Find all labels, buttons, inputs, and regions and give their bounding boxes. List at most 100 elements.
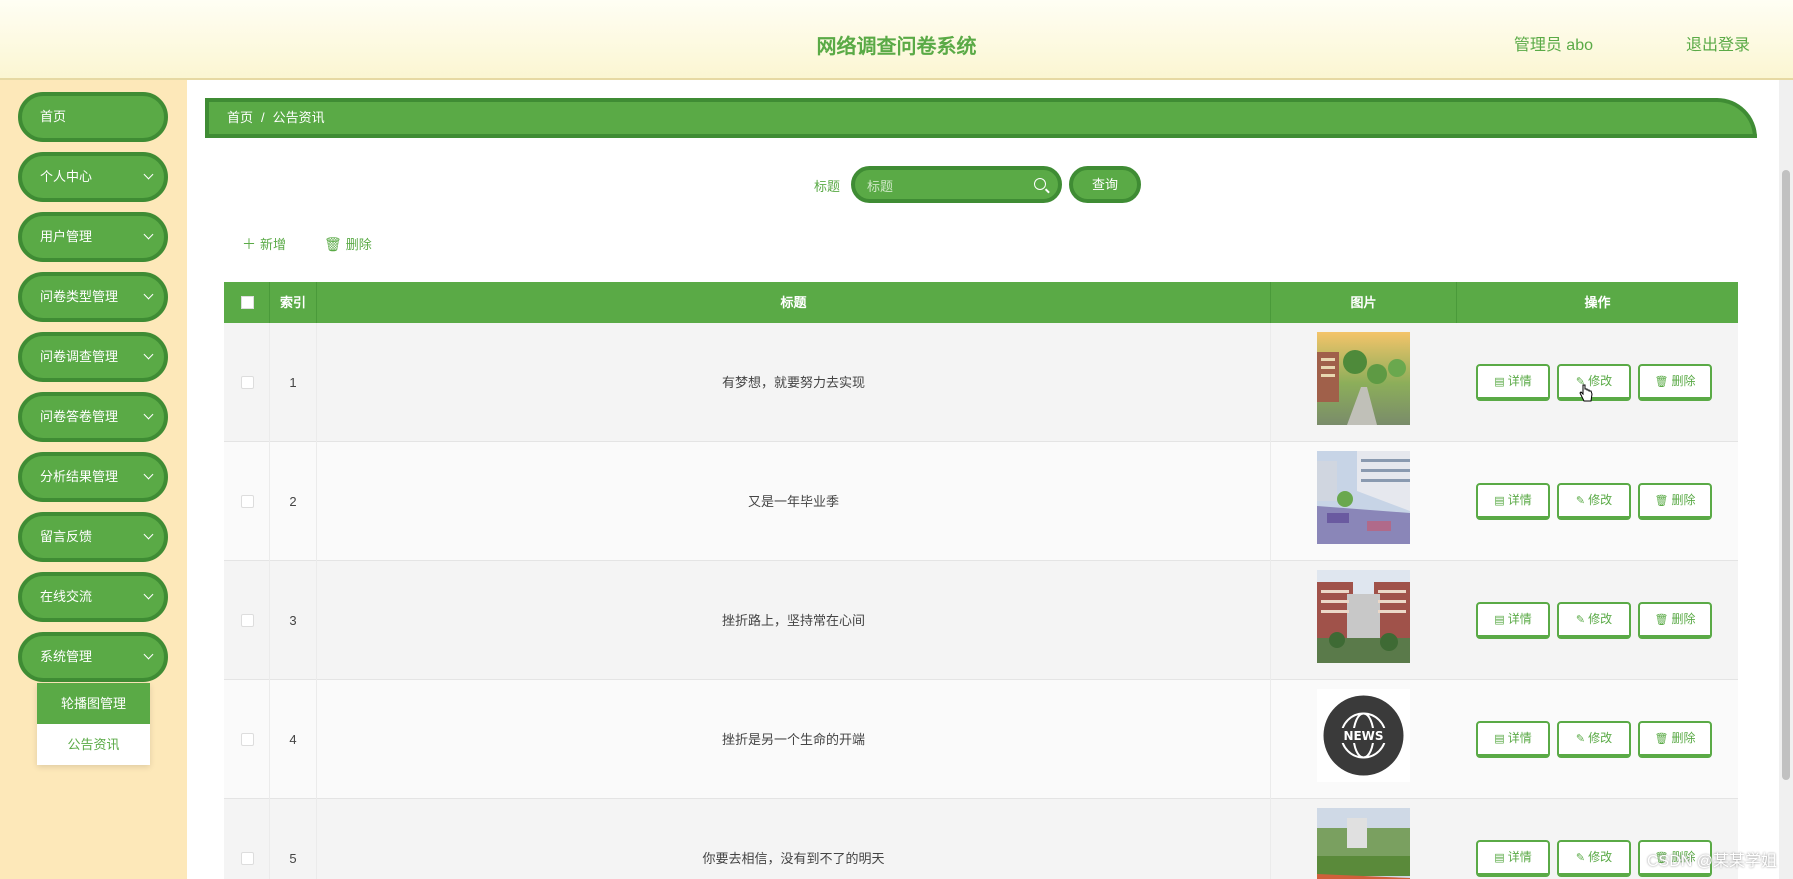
- chevron-down-icon: [143, 169, 154, 180]
- detail-button-label: 详情: [1507, 374, 1532, 388]
- submenu-item-announcements[interactable]: 公告资讯: [37, 724, 150, 765]
- batch-delete-label: 删除: [345, 237, 372, 252]
- chevron-down-icon: [143, 649, 154, 660]
- campus-sunset-image[interactable]: [1317, 332, 1410, 425]
- index-cell: 5: [270, 799, 317, 879]
- campus-track-image[interactable]: [1317, 808, 1410, 879]
- chevron-down-icon: [143, 229, 154, 240]
- row-checkbox[interactable]: [241, 376, 254, 389]
- index-cell: 4: [270, 680, 317, 799]
- vertical-scrollbar[interactable]: [1779, 80, 1793, 879]
- watermark: CSDN @某某学姐: [1646, 853, 1777, 870]
- delete-button[interactable]: 🗑 删除: [1638, 602, 1712, 639]
- select-all-cell: [224, 282, 270, 323]
- logout-link[interactable]: 退出登录: [1686, 31, 1750, 55]
- edit-button[interactable]: ✎ 修改: [1557, 602, 1631, 639]
- search-label: 标题: [814, 179, 841, 194]
- chevron-down-icon: [143, 409, 154, 420]
- pencil-icon: ✎: [1575, 733, 1586, 745]
- chevron-down-icon: [143, 529, 154, 540]
- detail-button[interactable]: ▤ 详情: [1476, 483, 1550, 520]
- chevron-down-icon: [143, 469, 154, 480]
- edit-button[interactable]: ✎ 修改: [1557, 840, 1631, 877]
- search-icon: [1034, 178, 1046, 190]
- sidebar-item-label: 首页: [40, 109, 67, 124]
- index-cell: 2: [270, 442, 317, 561]
- news-logo-image[interactable]: NEWS: [1317, 689, 1410, 782]
- query-button[interactable]: 查询: [1069, 166, 1141, 203]
- pencil-icon: ✎: [1575, 852, 1586, 864]
- add-button[interactable]: ＋ 新增: [242, 234, 286, 254]
- detail-button[interactable]: ▤ 详情: [1476, 840, 1550, 877]
- title-cell: 又是一年毕业季: [317, 442, 1271, 561]
- trash-icon: 🗑: [1654, 495, 1669, 507]
- sidebar-item-feedback[interactable]: 留言反馈: [18, 512, 168, 562]
- row-checkbox[interactable]: [241, 733, 254, 746]
- delete-button-label: 删除: [1671, 612, 1696, 626]
- edit-button[interactable]: ✎ 修改: [1557, 364, 1631, 401]
- delete-button[interactable]: 🗑 删除: [1638, 364, 1712, 401]
- table-header: 索引 标题 图片 操作: [224, 282, 1738, 323]
- search-input[interactable]: [867, 176, 1027, 196]
- delete-button-label: 删除: [1671, 731, 1696, 745]
- delete-button[interactable]: 🗑 删除: [1638, 721, 1712, 758]
- trash-icon: 🗑: [1654, 376, 1669, 388]
- sidebar-item-label: 分析结果管理: [40, 469, 119, 484]
- system-submenu: 轮播图管理 公告资讯: [37, 683, 150, 765]
- document-icon: ▤: [1494, 614, 1505, 626]
- detail-button[interactable]: ▤ 详情: [1476, 364, 1550, 401]
- sidebar-item-personal-center[interactable]: 个人中心: [18, 152, 168, 202]
- sidebar-item-users[interactable]: 用户管理: [18, 212, 168, 262]
- main-content: 首页/公告资讯 标题 查询 ＋新增 🗑删除 索引 标题 图片 操作 1 有梦想，…: [187, 80, 1793, 879]
- pencil-icon: ✎: [1575, 614, 1586, 626]
- edit-button-label: 修改: [1588, 612, 1613, 626]
- edit-button-label: 修改: [1588, 731, 1613, 745]
- sidebar-item-home[interactable]: 首页: [18, 92, 168, 142]
- delete-button-label: 删除: [1671, 493, 1696, 507]
- index-cell: 1: [270, 323, 317, 442]
- campus-courtyard-image[interactable]: [1317, 451, 1410, 544]
- news-logo-text: NEWS: [1343, 729, 1383, 743]
- campus-building-image[interactable]: [1317, 570, 1410, 663]
- document-icon: ▤: [1494, 852, 1505, 864]
- index-cell: 3: [270, 561, 317, 680]
- table-row: 3 挫折路上，坚持常在心间 ▤ 详情 ✎ 修改 🗑 删除: [224, 561, 1738, 680]
- sidebar-item-system[interactable]: 系统管理: [18, 632, 168, 682]
- edit-button[interactable]: ✎ 修改: [1557, 483, 1631, 520]
- edit-button-label: 修改: [1588, 493, 1613, 507]
- sidebar-item-analysis[interactable]: 分析结果管理: [18, 452, 168, 502]
- select-all-checkbox[interactable]: [241, 296, 254, 309]
- trash-icon: 🗑: [1654, 733, 1669, 745]
- scrollbar-thumb[interactable]: [1782, 170, 1790, 780]
- batch-delete-button[interactable]: 🗑 删除: [324, 234, 372, 253]
- sidebar-item-label: 在线交流: [40, 589, 93, 604]
- document-icon: ▤: [1494, 733, 1505, 745]
- row-checkbox[interactable]: [241, 614, 254, 627]
- sidebar-item-label: 问卷调查管理: [40, 349, 119, 364]
- sidebar-item-answers[interactable]: 问卷答卷管理: [18, 392, 168, 442]
- table-row: 4 挫折是另一个生命的开端 NEWS ▤ 详情 ✎ 修改 🗑 删除: [224, 680, 1738, 799]
- title-cell: 有梦想，就要努力去实现: [317, 323, 1271, 442]
- delete-button[interactable]: 🗑 删除: [1638, 483, 1712, 520]
- column-header-actions: 操作: [1584, 295, 1611, 310]
- hand-cursor-icon: [1579, 384, 1593, 402]
- submenu-item-carousel[interactable]: 轮播图管理: [37, 683, 150, 724]
- table-row: 1 有梦想，就要努力去实现 ▤ 详情 ✎ 修改 🗑 删除: [224, 323, 1738, 442]
- row-checkbox[interactable]: [241, 495, 254, 508]
- table-row: 2 又是一年毕业季 ▤ 详情 ✎ 修改 🗑 删除: [224, 442, 1738, 561]
- sidebar-item-chat[interactable]: 在线交流: [18, 572, 168, 622]
- sidebar-item-label: 问卷类型管理: [40, 289, 119, 304]
- detail-button[interactable]: ▤ 详情: [1476, 721, 1550, 758]
- checkbox-cell: [224, 561, 270, 680]
- column-header-index: 索引: [270, 282, 317, 323]
- search-box: [851, 166, 1062, 203]
- chevron-down-icon: [143, 349, 154, 360]
- sidebar-item-survey-types[interactable]: 问卷类型管理: [18, 272, 168, 322]
- title-cell: 挫折是另一个生命的开端: [317, 680, 1271, 799]
- detail-button[interactable]: ▤ 详情: [1476, 602, 1550, 639]
- edit-button[interactable]: ✎ 修改: [1557, 721, 1631, 758]
- row-checkbox[interactable]: [241, 852, 254, 865]
- sidebar-item-surveys[interactable]: 问卷调查管理: [18, 332, 168, 382]
- column-header-image: 图片: [1271, 282, 1457, 323]
- breadcrumb-home[interactable]: 首页: [227, 110, 253, 125]
